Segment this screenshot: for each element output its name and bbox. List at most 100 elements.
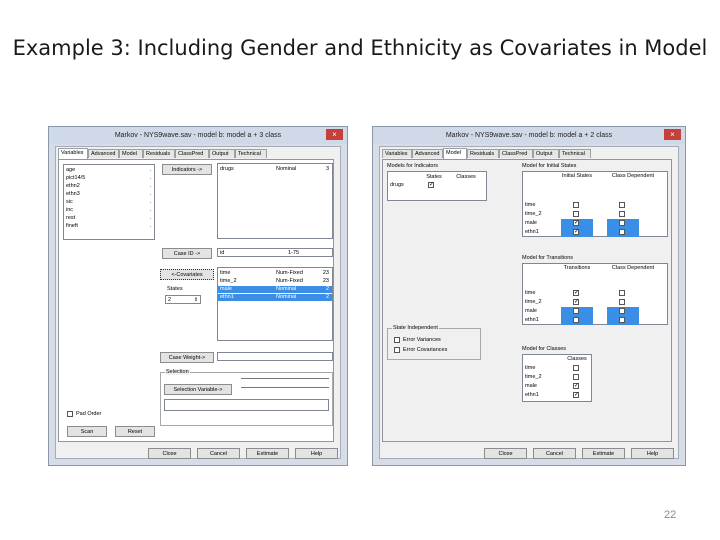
tab-technical[interactable]: Technical [559, 149, 591, 158]
initial_states-class-dependent-checkbox[interactable] [619, 229, 625, 235]
covariate-type: Nominal [276, 286, 297, 292]
list-item[interactable]: ethn2. [64, 183, 154, 190]
list-item[interactable]: inc. [64, 207, 154, 214]
estimate-button[interactable]: Estimate [582, 448, 625, 459]
transitions-class-dependent-checkbox[interactable] [619, 317, 625, 323]
error-variances-checkbox[interactable] [394, 337, 400, 343]
list-item[interactable]: age. [64, 167, 154, 174]
tab-technical[interactable]: Technical [235, 149, 267, 158]
classes-checkbox[interactable]: ✓ [573, 383, 579, 389]
covariate-count: 2 [325, 286, 329, 292]
tab-model[interactable]: Model [119, 149, 143, 158]
table-row[interactable]: time_2 Num-Fixed 23 [218, 278, 332, 285]
indicators-list[interactable]: drugs Nominal 3 [217, 163, 333, 239]
list-item[interactable]: fineft. [64, 223, 154, 230]
close-icon[interactable]: × [664, 129, 681, 140]
classes-model-label: Model for Classes [522, 346, 567, 352]
tab-residuals[interactable]: Residuals [143, 149, 175, 158]
covariate-row-label: ethn1 [525, 317, 539, 323]
table-row[interactable]: male Nominal 2 [218, 286, 332, 293]
table-row[interactable]: drugs Nominal 3 [218, 166, 332, 173]
covariate-count: 23 [322, 270, 329, 276]
classes-checkbox[interactable]: ✓ [573, 392, 579, 398]
tab-variables[interactable]: Variables [382, 149, 412, 158]
case-id-field[interactable]: id 1-75 [217, 248, 333, 257]
tab-classpred[interactable]: ClassPred [499, 149, 533, 158]
transitions-class-dependent-checkbox[interactable] [619, 290, 625, 296]
list-item[interactable]: sic. [64, 199, 154, 206]
close-icon[interactable]: × [326, 129, 343, 140]
list-item[interactable]: pict14/5. [64, 175, 154, 182]
cancel-button[interactable]: Cancel [197, 448, 240, 459]
initial_states-class-dependent-checkbox[interactable] [619, 220, 625, 226]
help-button[interactable]: Help [295, 448, 338, 459]
transitions-checkbox[interactable] [573, 308, 579, 314]
tab-advanced[interactable]: Advanced [412, 149, 443, 158]
selection-value-field[interactable] [164, 399, 329, 411]
classes-checkbox[interactable] [573, 365, 579, 371]
initial_states-checkbox[interactable] [573, 211, 579, 217]
error-variances-label: Error Variances [403, 337, 441, 343]
initial_states-header-b: Class Dependent [611, 173, 655, 179]
classes-grid[interactable]: Classes time time_2 male ✓ ethn1 ✓ [522, 354, 592, 402]
transitions-checkbox[interactable]: ✓ [573, 299, 579, 305]
initial_states-checkbox[interactable] [573, 202, 579, 208]
classes-checkbox[interactable] [573, 374, 579, 380]
tab-output[interactable]: Output [533, 149, 559, 158]
right-window-titlebar[interactable]: Markov - NYS9wave.sav - model b: model a… [373, 127, 685, 144]
covariates-button[interactable]: <-Covariates [160, 269, 214, 280]
variables-list[interactable]: age. pict14/5. ethn2. ethn3. sic. inc. rest. fi… [63, 164, 155, 240]
transitions-class-dependent-checkbox[interactable] [619, 308, 625, 314]
selection-label: Selection [165, 369, 190, 375]
tab-classpred[interactable]: ClassPred [175, 149, 209, 158]
initial_states-header-a: Initial States [562, 173, 592, 179]
covariate-count: 2 [325, 294, 329, 300]
help-button[interactable]: Help [631, 448, 674, 459]
case-id-button[interactable]: Case ID -> [162, 248, 212, 259]
case-weight-button[interactable]: Case Weight-> [160, 352, 214, 363]
transitions-grid[interactable]: Transitions Class Dependent time ✓ time_2 ✓ ma… [522, 263, 668, 325]
variable-name: sic [66, 199, 73, 205]
initial_states-class-dependent-checkbox[interactable] [619, 211, 625, 217]
transitions-checkbox[interactable]: ✓ [573, 290, 579, 296]
scan-button[interactable]: Scan [67, 426, 107, 437]
models-for-indicators-grid[interactable]: States Classes drugs ✓ [387, 171, 487, 201]
initial-states-grid[interactable]: Initial States Class Dependent time time_2 m… [522, 171, 668, 237]
case-weight-field[interactable] [217, 352, 333, 361]
error-covariances-checkbox[interactable] [394, 347, 400, 353]
reset-button[interactable]: Reset [115, 426, 155, 437]
pad-order-checkbox[interactable] [67, 411, 73, 417]
table-row[interactable]: time Num-Fixed 23 [218, 270, 332, 277]
transitions-class-dependent-checkbox[interactable] [619, 299, 625, 305]
covariate-name: time_2 [220, 278, 237, 284]
tab-model[interactable]: Model [443, 148, 467, 159]
classes-header: Classes [456, 174, 476, 180]
initial_states-checkbox[interactable]: ✓ [573, 220, 579, 226]
list-item[interactable]: ethn3. [64, 191, 154, 198]
close-button[interactable]: Close [484, 448, 527, 459]
indicators-button[interactable]: Indicators -> [162, 164, 212, 175]
cancel-button[interactable]: Cancel [533, 448, 576, 459]
states-checkbox[interactable]: ✓ [428, 182, 434, 188]
left-window-titlebar[interactable]: Markov - NYS9wave.sav - model b: model a… [49, 127, 347, 144]
table-row[interactable]: ethn1 Nominal 2 [218, 294, 332, 301]
variable-name: ethn2 [66, 183, 80, 189]
covariate-name: ethn1 [220, 294, 234, 300]
spinner-arrows-icon[interactable]: ⇕ [194, 296, 198, 304]
transitions-checkbox[interactable] [573, 317, 579, 323]
classes-header-a: Classes [567, 356, 587, 362]
tab-advanced[interactable]: Advanced [88, 149, 119, 158]
states-spinner[interactable]: 2 ⇕ [165, 295, 201, 304]
tab-variables[interactable]: Variables [58, 148, 88, 159]
initial_states-class-dependent-checkbox[interactable] [619, 202, 625, 208]
close-button[interactable]: Close [148, 448, 191, 459]
tab-output[interactable]: Output [209, 149, 235, 158]
initial_states-checkbox[interactable]: ✓ [573, 229, 579, 235]
selection-variable-button[interactable]: Selection Variable-> [164, 384, 232, 395]
tab-residuals[interactable]: Residuals [467, 149, 499, 158]
covariates-list[interactable]: time Num-Fixed 23 time_2 Num-Fixed 23 male Nomi… [217, 267, 333, 341]
error-covariances-label: Error Covariances [403, 347, 448, 353]
estimate-button[interactable]: Estimate [246, 448, 289, 459]
variable-marker: . [149, 223, 151, 229]
list-item[interactable]: rest. [64, 215, 154, 222]
